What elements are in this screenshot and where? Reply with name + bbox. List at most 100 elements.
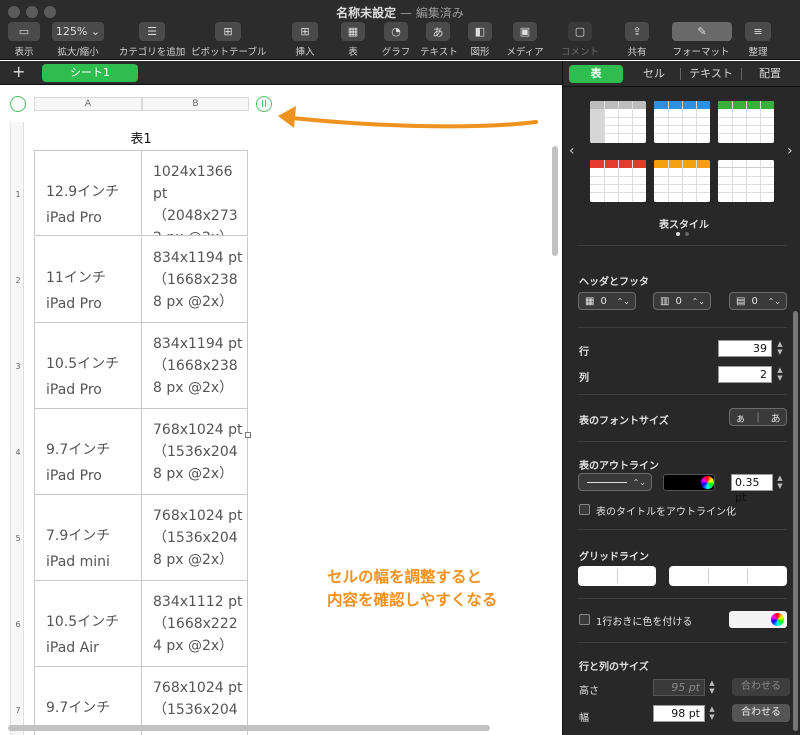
rows-stepper-icon[interactable]: ▲ ▼: [776, 340, 784, 357]
cell-resolution[interactable]: 834x1194 pt （1668x238 8 px @2x）: [142, 237, 247, 322]
cell-line: 834x1112 pt: [153, 594, 243, 610]
toolbar-chart-button[interactable]: ◔ グラフ: [379, 22, 413, 58]
page-dot[interactable]: [685, 232, 689, 236]
table-icon: ▦: [341, 22, 365, 41]
column-width-field[interactable]: 98 pt: [653, 705, 705, 722]
cell-resolution[interactable]: 768x1024 pt （1536x204 8 px @2x）: [142, 495, 247, 580]
chevron-left-icon[interactable]: ‹: [569, 143, 575, 159]
toolbar-shape-button[interactable]: ◧ 図形: [466, 22, 494, 58]
tab-table[interactable]: 表: [569, 65, 623, 83]
cell-resolution[interactable]: 834x1194 pt （1668x238 8 px @2x）: [142, 323, 247, 408]
footer-rows-icon: ▤: [736, 295, 746, 307]
cell-resolution[interactable]: 1024x1366 pt （2048x273 2 px @2x）: [142, 151, 247, 235]
row-number[interactable]: 2: [11, 276, 25, 285]
gridlines-header-buttons[interactable]: [669, 566, 787, 586]
header-rows-stepper[interactable]: ▦ 0 ⌃⌄: [578, 292, 636, 310]
cell-resolution[interactable]: 834x1112 pt （1668x222 4 px @2x）: [142, 581, 247, 666]
outline-width-field[interactable]: 0.35 pt: [731, 474, 773, 504]
text-icon: あ: [426, 22, 450, 41]
sheet-tab[interactable]: シート1: [42, 64, 138, 82]
toolbar-insert-button[interactable]: ⊞ 挿入: [290, 22, 320, 58]
cell-line: iPad Pro: [46, 296, 102, 312]
row-number[interactable]: 6: [11, 620, 25, 629]
footer-rows-stepper[interactable]: ▤ 0 ⌃⌄: [729, 292, 787, 310]
toolbar-label: フォーマット: [672, 47, 730, 58]
toolbar-format-brush-button[interactable]: ✎ フォーマット: [672, 22, 732, 58]
row-number[interactable]: 7: [11, 706, 25, 715]
table-title[interactable]: 表1: [34, 128, 248, 147]
divider: [577, 598, 787, 599]
tab-cell[interactable]: セル: [629, 65, 679, 83]
table-style-thumbnail[interactable]: [590, 101, 646, 143]
toolbar-sidebar-button[interactable]: ▭ 表示: [6, 22, 42, 58]
fit-width-button[interactable]: 合わせる: [732, 704, 790, 722]
chevron-right-icon[interactable]: ›: [787, 143, 793, 159]
row-col-size-label: 行と列のサイズ: [579, 662, 649, 673]
toolbar-table-button[interactable]: ▦ 表: [338, 22, 368, 58]
add-sheet-button[interactable]: +: [12, 62, 25, 81]
toolbar-list-button[interactable]: ☰ カテゴリを追加: [116, 22, 188, 58]
zoom-select: 125% ⌄: [52, 22, 104, 41]
rows-field[interactable]: 39: [718, 340, 772, 357]
cell-line: 768x1024 pt: [153, 422, 243, 438]
table-style-thumbnail[interactable]: [718, 101, 774, 143]
resize-handle[interactable]: [245, 432, 251, 438]
row-number[interactable]: 4: [11, 448, 25, 457]
row-height-field[interactable]: 95 pt: [653, 679, 705, 696]
font-smaller-button[interactable]: ぁ: [735, 410, 745, 425]
arrow-annotation-icon: [278, 106, 538, 129]
column-header-b[interactable]: B: [142, 97, 249, 111]
cell-size[interactable]: 7.9インチ iPad mini: [35, 495, 142, 580]
toolbar-label: テキスト: [420, 47, 458, 58]
select-table-handle[interactable]: [10, 96, 26, 112]
column-width-stepper-icon[interactable]: ▲ ▼: [708, 705, 716, 722]
toolbar-organize-button[interactable]: ≡ 整理: [740, 22, 776, 58]
fit-height-button[interactable]: 合わせる: [732, 678, 790, 696]
color-wheel-icon[interactable]: [771, 613, 784, 626]
table-style-thumbnail[interactable]: [590, 160, 646, 202]
outline-title-checkbox[interactable]: [579, 504, 590, 515]
inspector-tabs: 表 セル テキスト 配置: [563, 61, 800, 87]
cell-line: （1536x204: [153, 444, 238, 460]
cell-size[interactable]: 11インチ iPad Pro: [35, 237, 142, 322]
row-height-stepper-icon[interactable]: ▲ ▼: [708, 679, 716, 696]
vertical-scrollbar[interactable]: [552, 146, 558, 256]
columns-stepper-icon[interactable]: ▲ ▼: [776, 366, 784, 383]
cell-line: 10.5インチ: [46, 614, 120, 630]
table-style-thumbnail[interactable]: [718, 160, 774, 202]
share-icon: ⇪: [625, 22, 649, 41]
font-larger-button[interactable]: あ: [771, 410, 781, 425]
cell-size[interactable]: 10.5インチ iPad Air: [35, 581, 142, 666]
row-number[interactable]: 1: [11, 190, 25, 199]
cell-resolution[interactable]: 768x1024 pt （1536x204 8 px @2x）: [142, 409, 247, 494]
cell-size[interactable]: 12.9インチ iPad Pro: [35, 151, 142, 235]
cell-size[interactable]: 9.7インチ iPad Pro: [35, 409, 142, 494]
toolbar-text-button[interactable]: あテキスト: [420, 22, 458, 58]
outline-style-select[interactable]: ⌃⌄: [578, 473, 652, 491]
horizontal-scrollbar[interactable]: [8, 725, 490, 731]
color-wheel-icon[interactable]: [701, 476, 714, 489]
toolbar-share-button[interactable]: ⇪ 共有: [622, 22, 652, 58]
tab-arrange[interactable]: 配置: [745, 65, 795, 83]
alternate-rows-checkbox[interactable]: [579, 614, 590, 625]
toolbar-media-button[interactable]: ▣ メディア: [505, 22, 545, 58]
tab-text[interactable]: テキスト: [683, 65, 739, 83]
column-header-a[interactable]: A: [34, 97, 142, 111]
list-icon: ☰: [139, 22, 165, 41]
row-number[interactable]: 3: [11, 362, 25, 371]
table-style-thumbnail[interactable]: [654, 101, 710, 143]
toolbar-zoom-select-button[interactable]: 125% ⌄ 拡大/縮小: [50, 22, 106, 58]
page-dot[interactable]: [676, 232, 680, 236]
font-size-control[interactable]: ぁ | あ: [729, 408, 787, 426]
row-number[interactable]: 5: [11, 534, 25, 543]
outline-width-stepper-icon[interactable]: ▲ ▼: [776, 474, 784, 491]
toolbar-pivot-table-button[interactable]: ⊞ ピボットテーブル: [191, 22, 266, 58]
cell-line: （1668x238: [153, 272, 238, 288]
columns-field[interactable]: 2: [718, 366, 772, 383]
header-columns-stepper[interactable]: ▥ 0 ⌃⌄: [653, 292, 711, 310]
gridlines-body-buttons[interactable]: [578, 566, 656, 586]
toolbar-comment-button[interactable]: ▢ コメント: [560, 22, 600, 58]
cell-size[interactable]: 10.5インチ iPad Pro: [35, 323, 142, 408]
table-style-thumbnail[interactable]: [654, 160, 710, 202]
inspector-scrollbar[interactable]: [793, 311, 798, 731]
